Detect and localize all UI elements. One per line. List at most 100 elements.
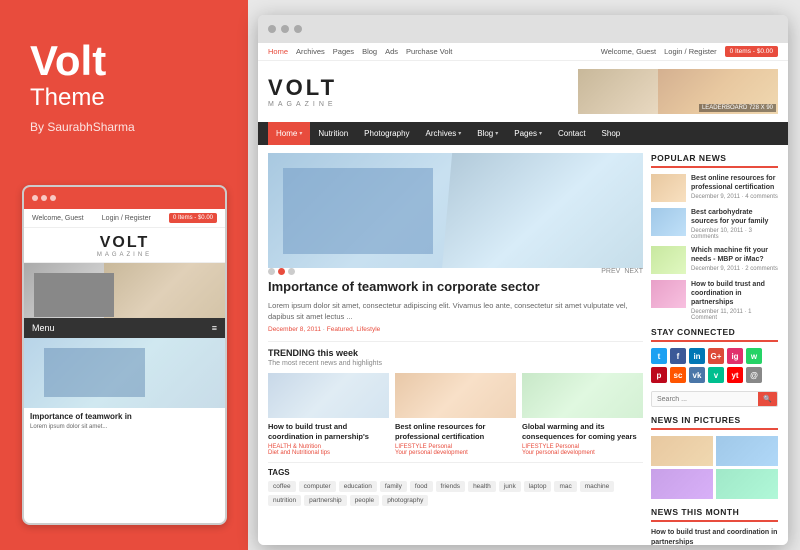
topbar-cart[interactable]: 0 Items - $0.00 — [725, 46, 778, 57]
tag-education[interactable]: education — [339, 481, 377, 492]
popular-image-1 — [651, 174, 686, 202]
trending-title-2[interactable]: Best online resources for professional c… — [395, 422, 516, 442]
topbar-login[interactable]: Login / Register — [664, 47, 717, 56]
hero-next[interactable]: NEXT — [624, 268, 643, 275]
blog-arrow: ▾ — [495, 130, 498, 137]
mainnav-contact[interactable]: Contact — [550, 122, 594, 145]
mainnav-shop[interactable]: Shop — [594, 122, 629, 145]
tag-people[interactable]: people — [350, 495, 380, 506]
mainnav-nutrition[interactable]: Nutrition — [310, 122, 356, 145]
site-topbar-nav: Home Archives Pages Blog Ads Purchase Vo… — [268, 47, 452, 56]
left-panel: Volt Theme By SaurabhSharma Welcome, Gue… — [0, 0, 248, 550]
trending-title-1[interactable]: How to build trust and coordination in p… — [268, 422, 389, 442]
mobile-cart[interactable]: 0 Items - $0.00 — [169, 213, 217, 223]
topnav-ads[interactable]: Ads — [385, 47, 398, 56]
tag-food[interactable]: food — [410, 481, 433, 492]
tag-computer[interactable]: computer — [299, 481, 336, 492]
topbar-welcome: Welcome, Guest — [601, 47, 656, 56]
search-button[interactable]: 🔍 — [758, 392, 777, 406]
popular-title-4[interactable]: How to build trust and coordination in p… — [691, 280, 778, 307]
tag-photography[interactable]: photography — [382, 495, 428, 506]
mobile-mockup: Welcome, Guest Login / Register 0 Items … — [22, 185, 227, 525]
news-pic-1[interactable] — [651, 436, 713, 466]
site-logo[interactable]: VOLT — [268, 75, 337, 101]
leaderboard-label: LEADERBOARD 728 X 90 — [699, 104, 776, 112]
news-pic-2[interactable] — [716, 436, 778, 466]
tag-friends[interactable]: friends — [436, 481, 466, 492]
mainnav-photography[interactable]: Photography — [356, 122, 417, 145]
mainnav-blog[interactable]: Blog ▾ — [469, 122, 506, 145]
instagram-icon[interactable]: ig — [727, 348, 743, 364]
tag-machine[interactable]: machine — [580, 481, 615, 492]
mobile-dot-3 — [50, 195, 56, 201]
theme-title: Volt — [30, 40, 248, 82]
topnav-home[interactable]: Home — [268, 47, 288, 56]
hero-article-title[interactable]: Importance of teamwork in corporate sect… — [268, 279, 643, 296]
mainnav-archives[interactable]: Archives ▾ — [418, 122, 470, 145]
popular-title-2[interactable]: Best carbohydrate sources for your famil… — [691, 208, 778, 226]
search-input[interactable] — [652, 392, 758, 406]
mainnav-pages[interactable]: Pages ▾ — [506, 122, 550, 145]
mobile-menu-bar[interactable]: Menu ≡ — [24, 318, 225, 338]
topnav-purchase[interactable]: Purchase Volt — [406, 47, 452, 56]
google-icon[interactable]: G+ — [708, 348, 724, 364]
mobile-login: Login / Register — [102, 215, 151, 222]
tags-section: TAGS coffee computer education family fo… — [268, 462, 643, 506]
soundcloud-icon[interactable]: sc — [670, 367, 686, 383]
popular-meta-2: December 10, 2011 · 3 comments — [691, 228, 778, 240]
hero-dot-2[interactable] — [278, 268, 285, 275]
popular-text-3: Which machine fit your needs - MBP or iM… — [691, 246, 778, 272]
tag-laptop[interactable]: laptop — [524, 481, 552, 492]
news-pics-grid — [651, 436, 778, 499]
topnav-blog[interactable]: Blog — [362, 47, 377, 56]
trending-cat-3: LIFESTYLE Personal Your personal develop… — [522, 444, 643, 456]
trending-title: TRENDING this week — [268, 348, 643, 358]
hero-category[interactable]: Featured, Lifestyle — [327, 326, 380, 333]
tag-nutrition[interactable]: nutrition — [268, 495, 301, 506]
trending-cat-note-3: Your personal development — [522, 450, 595, 456]
news-pic-3[interactable] — [651, 469, 713, 499]
search-box: 🔍 — [651, 391, 778, 407]
hero-dot-1[interactable] — [268, 268, 275, 275]
trending-title-3[interactable]: Global warming and its consequences for … — [522, 422, 643, 442]
tag-partnership[interactable]: partnership — [304, 495, 347, 506]
mainnav-home[interactable]: Home ▾ — [268, 122, 310, 145]
trending-subtitle: The most recent news and highlights — [268, 360, 643, 367]
mobile-welcome: Welcome, Guest — [32, 215, 84, 222]
topnav-archives[interactable]: Archives — [296, 47, 325, 56]
site-sidebar: POPULAR NEWS Best online resources for p… — [643, 153, 778, 524]
browser-dot-2 — [281, 25, 289, 33]
pinterest-icon[interactable]: p — [651, 367, 667, 383]
popular-item-3: Which machine fit your needs - MBP or iM… — [651, 246, 778, 274]
news-pic-4[interactable] — [716, 469, 778, 499]
tag-coffee[interactable]: coffee — [268, 481, 296, 492]
popular-title-1[interactable]: Best online resources for professional c… — [691, 174, 778, 192]
youtube-icon[interactable]: yt — [727, 367, 743, 383]
archives-arrow: ▾ — [458, 130, 461, 137]
trending-item-2: Best online resources for professional c… — [395, 373, 516, 456]
site-topbar: Home Archives Pages Blog Ads Purchase Vo… — [258, 43, 788, 61]
hero-nav: PREV NEXT — [601, 268, 643, 275]
hero-dot-3[interactable] — [288, 268, 295, 275]
mobile-logo-sub: MAGAZINE — [24, 252, 225, 258]
email-icon[interactable]: @ — [746, 367, 762, 383]
mobile-article-text: Lorem ipsum dolor sit amet... — [24, 423, 225, 431]
linkedin-icon[interactable]: in — [689, 348, 705, 364]
whatsapp-icon[interactable]: w — [746, 348, 762, 364]
popular-image-2 — [651, 208, 686, 236]
this-month-title-1[interactable]: How to build trust and coordination in p… — [651, 528, 778, 545]
vk-icon[interactable]: vk — [689, 367, 705, 383]
tag-health[interactable]: health — [468, 481, 496, 492]
facebook-icon[interactable]: f — [670, 348, 686, 364]
tag-junk[interactable]: junk — [499, 481, 521, 492]
twitter-icon[interactable]: t — [651, 348, 667, 364]
popular-title-3[interactable]: Which machine fit your needs - MBP or iM… — [691, 246, 778, 264]
tag-mac[interactable]: mac — [554, 481, 576, 492]
hero-prev[interactable]: PREV — [601, 268, 620, 275]
popular-text-2: Best carbohydrate sources for your famil… — [691, 208, 778, 240]
vine-icon[interactable]: v — [708, 367, 724, 383]
tag-family[interactable]: family — [380, 481, 407, 492]
topnav-pages[interactable]: Pages — [333, 47, 354, 56]
hero-article: PREV NEXT Importance of teamwork in corp… — [268, 153, 643, 333]
site-mainnav: Home ▾ Nutrition Photography Archives ▾ … — [258, 122, 788, 145]
